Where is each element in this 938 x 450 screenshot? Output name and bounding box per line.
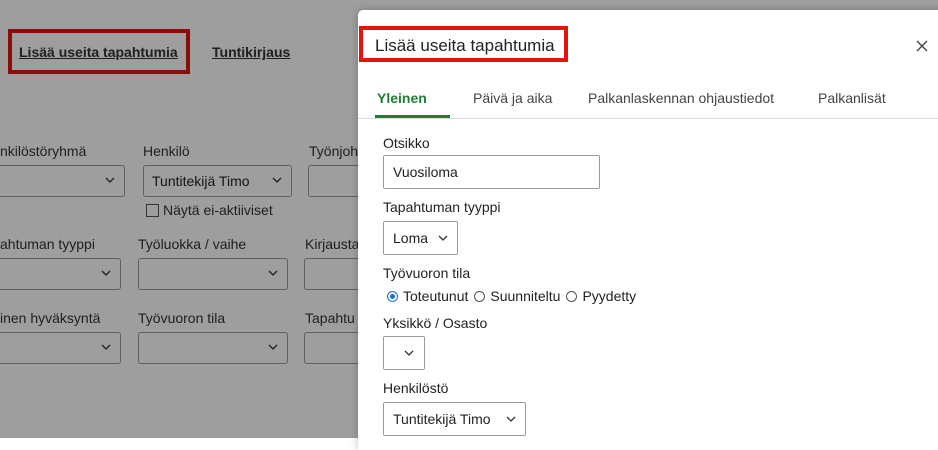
radio-button[interactable] [387, 290, 398, 302]
add-multiple-events-modal: Lisää useita tapahtumia Yleinen Päivä ja… [358, 10, 938, 450]
radio-option-pyydetty[interactable]: Pyydetty [566, 288, 636, 304]
staff-label: Henkilöstö [383, 380, 449, 396]
shift-state-radio-group: Toteutunut Suunniteltu Pyydetty [387, 288, 642, 304]
event-type-value: Loma [393, 230, 429, 246]
radio-label: Toteutunut [403, 288, 469, 304]
active-tab-indicator [375, 115, 450, 118]
radio-button[interactable] [474, 290, 486, 302]
staff-select[interactable]: Tuntitekijä Timo [383, 402, 526, 436]
staff-value: Tuntitekijä Timo [393, 411, 491, 427]
radio-button[interactable] [566, 290, 578, 302]
title-input[interactable]: Vuosiloma [383, 155, 600, 189]
tab-pay-supplements[interactable]: Palkanlisät [818, 90, 886, 106]
chevron-down-icon [437, 232, 449, 244]
unit-select[interactable] [383, 336, 425, 370]
highlight-box [359, 26, 568, 62]
radio-option-toteutunut[interactable]: Toteutunut [387, 288, 468, 304]
radio-option-suunniteltu[interactable]: Suunniteltu [474, 288, 560, 304]
tab-bar: Yleinen Päivä ja aika Palkanlaskennan oh… [358, 82, 938, 119]
close-icon[interactable] [914, 38, 930, 54]
event-type-label: Tapahtuman tyyppi [383, 199, 501, 215]
radio-label: Pyydetty [582, 288, 637, 304]
tab-date-time[interactable]: Päivä ja aika [473, 90, 552, 106]
chevron-down-icon [403, 347, 415, 359]
radio-label: Suunniteltu [490, 288, 561, 304]
shift-state-label: Työvuoron tila [383, 265, 471, 281]
title-label: Otsikko [383, 135, 430, 151]
event-type-select[interactable]: Loma [383, 221, 458, 255]
title-input-value: Vuosiloma [393, 164, 458, 180]
tab-payroll-control[interactable]: Palkanlaskennan ohjaustiedot [588, 90, 774, 106]
unit-label: Yksikkö / Osasto [383, 315, 488, 331]
tab-general[interactable]: Yleinen [377, 90, 427, 106]
chevron-down-icon [505, 413, 517, 425]
